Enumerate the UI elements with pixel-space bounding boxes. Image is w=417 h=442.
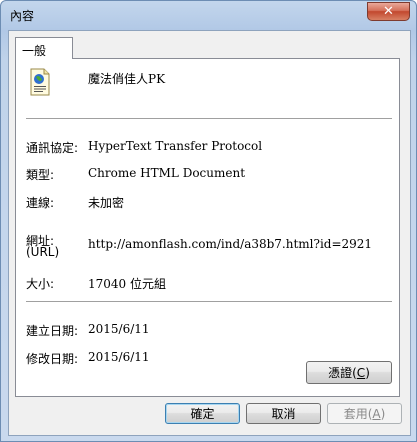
modified-label: 修改日期: [26, 352, 79, 366]
connection-value: 未加密 [88, 196, 125, 210]
size-value: 17040 位元組 [88, 277, 166, 291]
dialog-client-area: 一般 魔法俏佳人PK 通訊協定: HyperText Transfer Prot… [8, 30, 411, 436]
file-name: 魔法俏佳人PK [88, 72, 166, 86]
window-title: 內容 [10, 9, 35, 23]
connection-label: 連線: [26, 196, 55, 210]
ok-button[interactable]: 確定 [165, 403, 240, 424]
properties-window: 內容 ✕ 一般 魔法俏佳人PK 通訊協定: HyperText Transfer… [0, 0, 417, 442]
close-button[interactable]: ✕ [367, 2, 410, 21]
modified-value: 2015/6/11 [88, 350, 150, 364]
type-label: 類型: [26, 168, 55, 182]
address-value[interactable]: http://amonflash.com/ind/a38b7.html?id=2… [88, 237, 372, 251]
title-bar[interactable]: 內容 ✕ [1, 1, 416, 29]
html-document-icon [30, 68, 50, 96]
size-label: 大小: [26, 277, 55, 291]
separator [26, 301, 392, 302]
protocol-value: HyperText Transfer Protocol [88, 139, 263, 153]
separator [26, 118, 392, 119]
type-value: Chrome HTML Document [88, 166, 246, 180]
tab-general[interactable]: 一般 [15, 37, 73, 59]
cancel-button[interactable]: 取消 [246, 403, 321, 424]
general-tab-panel: 魔法俏佳人PK 通訊協定: HyperText Transfer Protoco… [15, 58, 400, 397]
created-label: 建立日期: [26, 324, 79, 338]
created-value: 2015/6/11 [88, 322, 150, 336]
certificates-button[interactable]: 憑證(C) [306, 361, 392, 384]
close-icon: ✕ [383, 4, 394, 19]
apply-button[interactable]: 套用(A) [327, 403, 402, 424]
address-label-url: (URL) [26, 245, 60, 259]
protocol-label: 通訊協定: [26, 141, 79, 155]
